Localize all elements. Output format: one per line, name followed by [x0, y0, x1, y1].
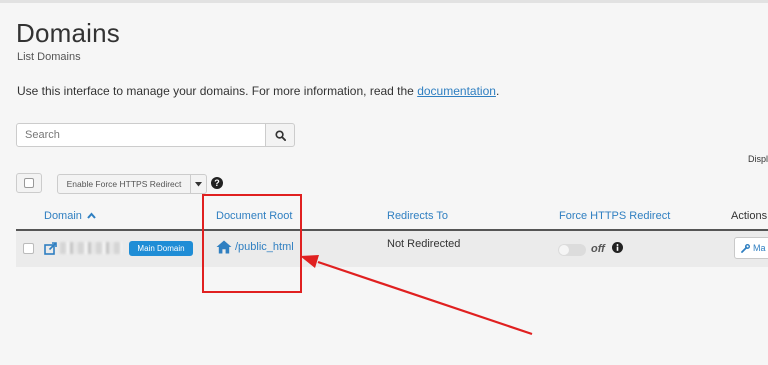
wrench-icon	[741, 243, 750, 253]
column-header-domain[interactable]: Domain	[44, 210, 96, 222]
search-input[interactable]	[17, 124, 263, 146]
page-subtitle: List Domains	[17, 51, 81, 63]
search-field[interactable]	[16, 123, 266, 147]
question-circle-icon[interactable]: ?	[211, 177, 223, 189]
toggle-state-label: off	[591, 243, 605, 255]
enable-force-https-button[interactable]: Enable Force HTTPS Redirect	[57, 174, 191, 194]
intro-body: Use this interface to manage your domain…	[17, 84, 418, 98]
info-circle-icon[interactable]	[612, 242, 623, 253]
toggle-knob	[559, 245, 569, 255]
manage-button-label: Ma	[753, 243, 766, 253]
manage-button[interactable]: Ma	[734, 237, 768, 259]
search-button[interactable]	[265, 123, 295, 147]
external-link-icon[interactable]	[44, 242, 57, 255]
svg-text:?: ?	[214, 178, 220, 188]
column-header-domain-label: Domain	[44, 210, 82, 222]
caret-down-icon	[195, 181, 202, 186]
column-header-redirects-to[interactable]: Redirects To	[387, 210, 448, 222]
select-all-button[interactable]	[16, 173, 42, 193]
domain-name-redacted[interactable]	[60, 242, 122, 254]
column-header-force-https[interactable]: Force HTTPS Redirect	[559, 210, 670, 222]
page-title: Domains	[16, 18, 120, 48]
select-all-checkbox[interactable]	[24, 178, 34, 188]
documentation-link[interactable]: documentation	[417, 84, 496, 98]
row-checkbox[interactable]	[23, 243, 34, 254]
display-label: Displ	[748, 154, 768, 164]
https-dropdown-toggle[interactable]	[190, 174, 207, 194]
top-bar	[0, 0, 768, 3]
force-https-toggle[interactable]	[558, 244, 586, 256]
main-domain-badge: Main Domain	[129, 241, 193, 256]
intro-text: Use this interface to manage your domain…	[17, 84, 499, 98]
column-header-actions: Actions	[731, 210, 768, 222]
redirects-to-value: Not Redirected	[387, 238, 461, 250]
annotation-highlight-box	[202, 194, 302, 293]
chevron-up-icon	[87, 212, 96, 219]
intro-end: .	[495, 84, 500, 98]
search-icon	[274, 129, 286, 141]
